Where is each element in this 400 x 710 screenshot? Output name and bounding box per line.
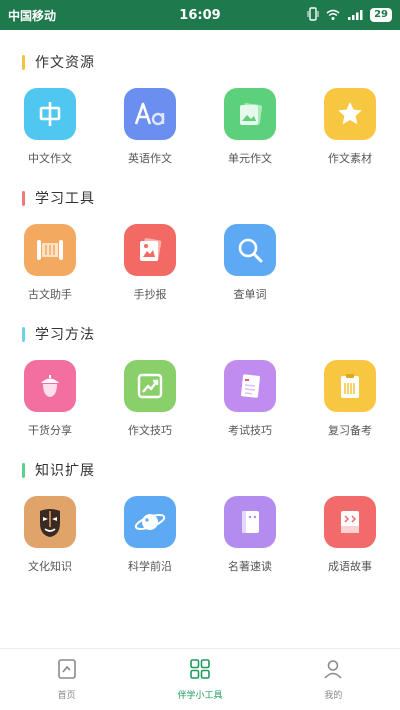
section-accent-bar	[22, 54, 25, 70]
tool-label: 作文技巧	[128, 424, 172, 437]
status-icons: 29	[307, 6, 392, 25]
tool-item-chinese-essay[interactable]: 中文作文	[0, 88, 100, 166]
zhong-char-icon	[24, 88, 76, 140]
tab-study-tools[interactable]: 伴学小工具	[133, 649, 266, 710]
tool-grid: 中文作文 英语作文 单元作文 作文素材	[0, 72, 400, 166]
status-bar: 中国移动 16:09 29	[0, 0, 400, 30]
clipboard-icon	[324, 360, 376, 412]
tool-item-idiom-stories[interactable]: 成语故事	[300, 496, 400, 574]
profile-icon	[322, 658, 344, 684]
tool-item-cultural-knowledge[interactable]: 文化知识	[0, 496, 100, 574]
section-title: 学习方法	[35, 327, 95, 343]
section-accent-bar	[22, 190, 25, 206]
signal-icon	[347, 6, 363, 25]
tool-label: 古文助手	[28, 288, 72, 301]
search-icon	[224, 224, 276, 276]
tool-label: 查单词	[233, 288, 267, 301]
bottom-tab-bar: 首页 伴学小工具 我的	[0, 648, 400, 710]
tool-item-unit-essay[interactable]: 单元作文	[200, 88, 300, 166]
tool-item-handwritten-newspaper[interactable]: 手抄报	[100, 224, 200, 302]
tool-item-essay-material[interactable]: 作文素材	[300, 88, 400, 166]
tool-item-classical-assistant[interactable]: 古文助手	[0, 224, 100, 302]
grid-tools-icon	[189, 658, 211, 684]
wifi-icon	[326, 6, 340, 25]
section-title: 知识扩展	[35, 463, 95, 479]
section-title: 作文资源	[35, 55, 95, 71]
section-header: 学习工具	[0, 188, 400, 208]
exam-paper-icon	[224, 360, 276, 412]
section-title: 学习工具	[35, 191, 95, 207]
tab-label: 首页	[57, 691, 76, 701]
opera-mask-icon	[24, 496, 76, 548]
battery-level: 29	[370, 8, 392, 22]
tab-label: 我的	[324, 691, 343, 701]
image-card-icon	[224, 88, 276, 140]
scroll-icon	[24, 224, 76, 276]
trend-chart-icon	[124, 360, 176, 412]
section-accent-bar	[22, 326, 25, 342]
tool-label: 名著速读	[228, 560, 272, 573]
picture-icon	[124, 224, 176, 276]
home-doc-icon	[57, 658, 77, 684]
section-study-methods: 学习方法 干货分享 作文技巧 考试技巧 复习备考	[0, 302, 400, 438]
section-knowledge-expansion: 知识扩展 文化知识 科学前沿 名著速读 成语故事	[0, 438, 400, 574]
tool-label: 文化知识	[28, 560, 72, 573]
tool-label: 英语作文	[128, 152, 172, 165]
section-writing-resources: 作文资源 中文作文 英语作文 单元作文 作文素材	[0, 30, 400, 166]
tool-item-tips-sharing[interactable]: 干货分享	[0, 360, 100, 438]
tool-item-word-lookup[interactable]: 查单词	[200, 224, 300, 302]
tab-label: 伴学小工具	[177, 691, 223, 701]
planet-icon	[124, 496, 176, 548]
story-book-icon	[324, 496, 376, 548]
tool-label: 复习备考	[328, 424, 372, 437]
tool-label: 单元作文	[228, 152, 272, 165]
tool-grid: 古文助手 手抄报 查单词	[0, 208, 400, 302]
section-study-tools: 学习工具 古文助手 手抄报 查单词	[0, 166, 400, 302]
section-header: 学习方法	[0, 324, 400, 344]
tool-item-science-frontier[interactable]: 科学前沿	[100, 496, 200, 574]
carrier-name: 中国移动	[8, 8, 57, 23]
tool-grid: 干货分享 作文技巧 考试技巧 复习备考	[0, 344, 400, 438]
tab-home[interactable]: 首页	[0, 649, 133, 710]
tool-label: 科学前沿	[128, 560, 172, 573]
tool-grid: 文化知识 科学前沿 名著速读 成语故事	[0, 480, 400, 574]
tool-sections: 作文资源 中文作文 英语作文 单元作文 作文素材 学习工具 古文助手 手抄报 查…	[0, 30, 400, 574]
tool-item-review-prep[interactable]: 复习备考	[300, 360, 400, 438]
section-accent-bar	[22, 462, 25, 478]
tool-label: 干货分享	[28, 424, 72, 437]
tool-label: 中文作文	[28, 152, 72, 165]
section-header: 作文资源	[0, 52, 400, 72]
tab-profile[interactable]: 我的	[267, 649, 400, 710]
tool-label: 考试技巧	[228, 424, 272, 437]
tool-item-exam-skills[interactable]: 考试技巧	[200, 360, 300, 438]
tool-item-classics-speed-read[interactable]: 名著速读	[200, 496, 300, 574]
star-icon	[324, 88, 376, 140]
book-icon	[224, 496, 276, 548]
tool-label: 手抄报	[133, 288, 167, 301]
tool-label: 作文素材	[328, 152, 372, 165]
tool-item-writing-skills[interactable]: 作文技巧	[100, 360, 200, 438]
tool-item-english-essay[interactable]: 英语作文	[100, 88, 200, 166]
vibrate-icon	[307, 6, 319, 25]
acorn-icon	[24, 360, 76, 412]
tool-label: 成语故事	[328, 560, 372, 573]
section-header: 知识扩展	[0, 460, 400, 480]
aa-letters-icon	[124, 88, 176, 140]
